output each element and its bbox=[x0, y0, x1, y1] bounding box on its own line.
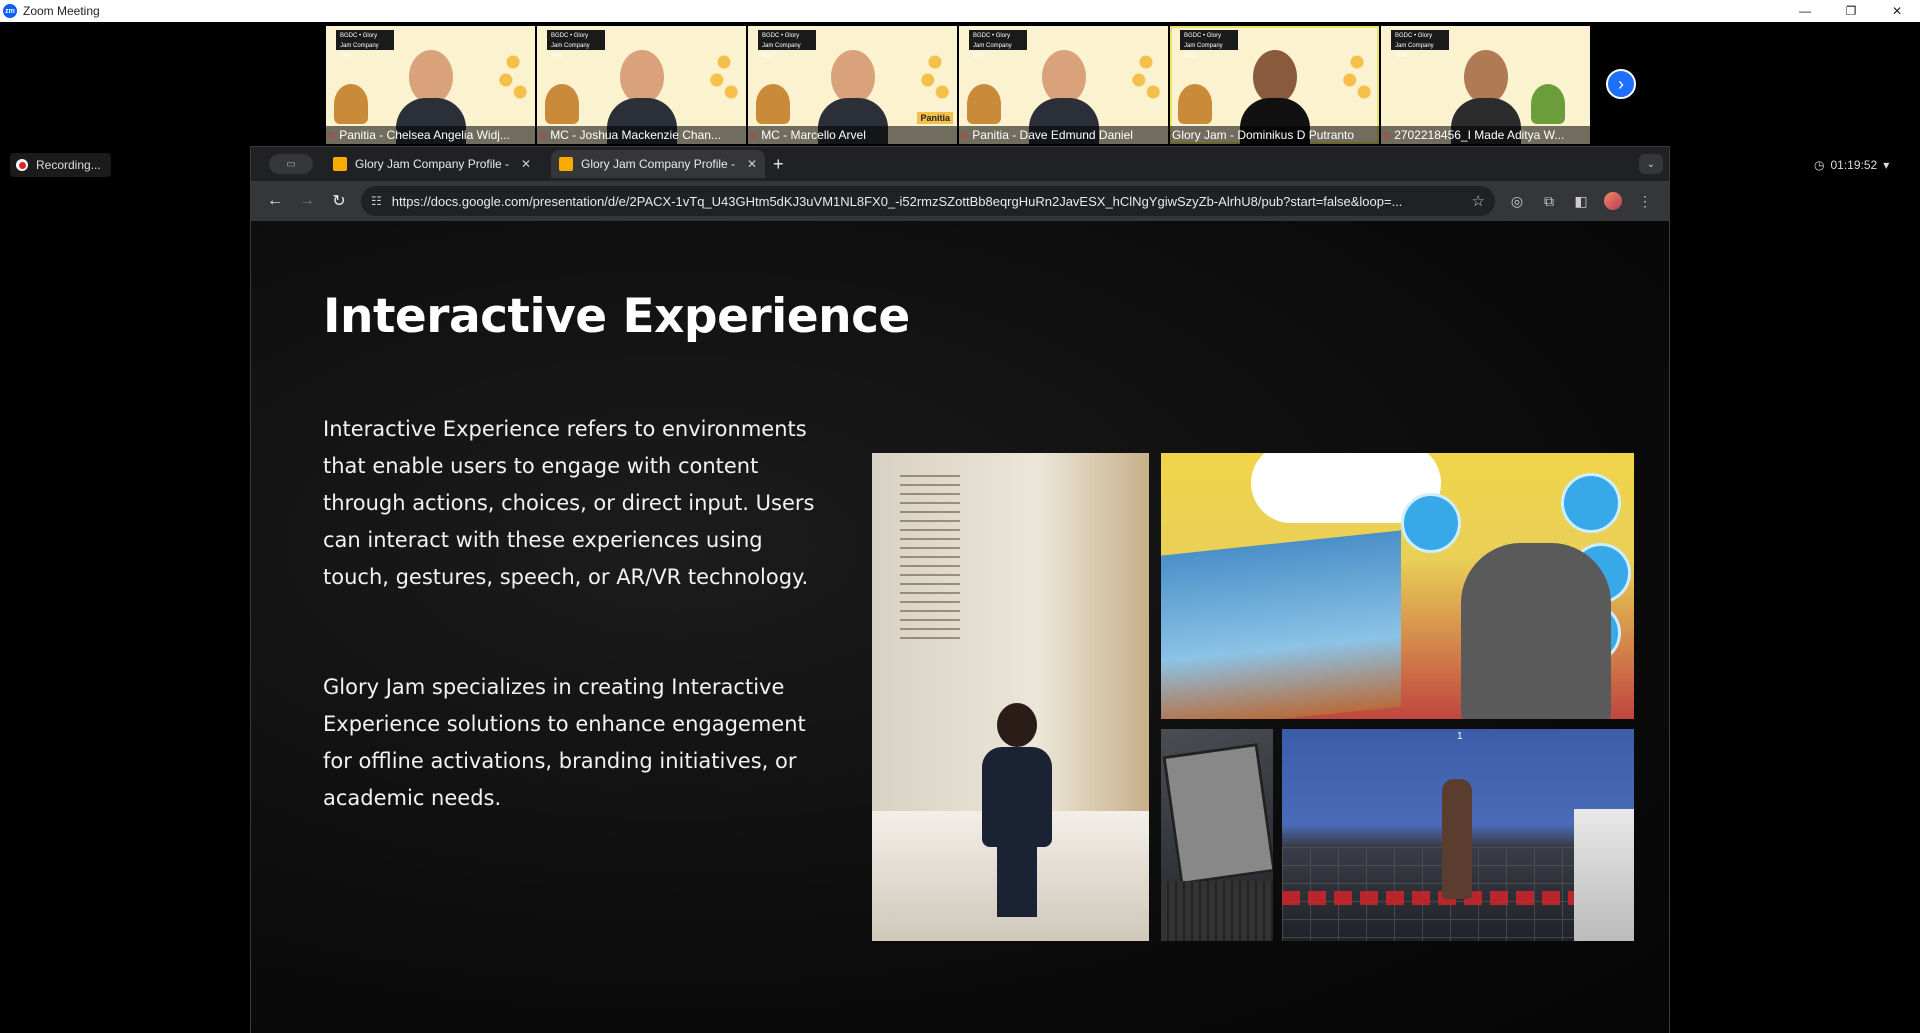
close-button[interactable]: ✕ bbox=[1874, 0, 1920, 22]
participant-tile[interactable]: BGDC • Glory Jam Company Visit Panitia ⦸… bbox=[748, 26, 957, 144]
photo-laptop bbox=[1161, 729, 1273, 941]
participant-name-label: Glory Jam - Dominikus D Putranto bbox=[1170, 126, 1379, 144]
back-button[interactable]: ← bbox=[259, 185, 291, 217]
participant-gallery: BGDC • Glory Jam Company Visit ⦸ Panitia … bbox=[326, 26, 1590, 144]
tab-list-button[interactable]: ⌄ bbox=[1639, 154, 1663, 174]
shared-browser-window: ▭ Glory Jam Company Profile - ✕ Glory Ja… bbox=[250, 146, 1670, 1033]
tab-close-icon[interactable]: ✕ bbox=[747, 157, 757, 171]
background-tree bbox=[334, 84, 368, 124]
window-controls: — ❐ ✕ bbox=[1782, 0, 1920, 22]
panitia-label: Panitia bbox=[917, 112, 953, 124]
background-tree bbox=[545, 84, 579, 124]
mic-muted-icon: ⦸ bbox=[1383, 128, 1391, 141]
background-tree bbox=[1531, 84, 1565, 124]
photo-vr-booth bbox=[1161, 453, 1634, 719]
participant-name: MC - Joshua Mackenzie Chan... bbox=[550, 128, 721, 142]
participant-tile[interactable]: BGDC • Glory Jam Company Visit ⦸ Panitia … bbox=[959, 26, 1168, 144]
address-bar[interactable]: ☷ https://docs.google.com/presentation/d… bbox=[361, 186, 1495, 216]
presentation-slide: Interactive Experience Interactive Exper… bbox=[251, 221, 1669, 1033]
site-info-icon[interactable]: ☷ bbox=[371, 194, 382, 208]
new-tab-button[interactable]: + bbox=[773, 154, 784, 175]
participant-name-label: ⦸ MC - Joshua Mackenzie Chan... bbox=[537, 126, 746, 144]
window-title: Zoom Meeting bbox=[23, 4, 100, 18]
tab-strip: ▭ Glory Jam Company Profile - ✕ Glory Ja… bbox=[251, 147, 1669, 181]
photo-child-interactive-wall bbox=[872, 453, 1149, 941]
participant-name: Panitia - Dave Edmund Daniel bbox=[972, 128, 1133, 142]
url-text[interactable]: https://docs.google.com/presentation/d/e… bbox=[392, 194, 1464, 209]
zoom-logo-icon: zm bbox=[3, 4, 17, 18]
child-figure bbox=[982, 703, 1052, 917]
meeting-timer[interactable]: ◷ 01:19:52 ▾ bbox=[1814, 155, 1889, 175]
extension-icon[interactable]: ◎ bbox=[1501, 185, 1533, 217]
event-badge: BGDC • Glory Jam Company Visit bbox=[1180, 30, 1238, 59]
browser-tab[interactable]: Glory Jam Company Profile - ✕ bbox=[325, 150, 539, 178]
recording-label: Recording... bbox=[36, 158, 101, 172]
timer-value: 01:19:52 bbox=[1830, 158, 1878, 172]
side-panel-icon[interactable]: ◧ bbox=[1565, 185, 1597, 217]
participant-name-label: ⦸ Panitia - Chelsea Angelia Widj... bbox=[326, 126, 535, 144]
slides-favicon-icon bbox=[333, 157, 347, 171]
timer-caret-icon: ▾ bbox=[1883, 158, 1890, 172]
profile-avatar[interactable] bbox=[1597, 185, 1629, 217]
participant-name-label: ⦸ MC - Marcello Arvel bbox=[748, 126, 957, 144]
participant-tile-active-speaker[interactable]: BGDC • Glory Jam Company Visit Glory Jam… bbox=[1170, 26, 1379, 144]
mic-muted-icon: ⦸ bbox=[328, 128, 336, 141]
gallery-next-button[interactable]: › bbox=[1606, 69, 1636, 99]
record-icon bbox=[16, 159, 28, 171]
participant-name-label: ⦸ 2702218456_I Made Aditya W... bbox=[1381, 126, 1590, 144]
window-titlebar: zm Zoom Meeting — ❐ ✕ bbox=[0, 0, 1920, 22]
slide-paragraph-definition: Interactive Experience refers to environ… bbox=[323, 417, 815, 589]
participant-name: MC - Marcello Arvel bbox=[761, 128, 866, 142]
mic-muted-icon: ⦸ bbox=[539, 128, 547, 141]
slide-paragraph-glory-jam: Glory Jam specializes in creating Intera… bbox=[323, 675, 806, 810]
event-badge: BGDC • Glory Jam Company Visit bbox=[758, 30, 816, 59]
background-honeycomb bbox=[1339, 44, 1375, 104]
event-badge: BGDC • Glory Jam Company Visit bbox=[1391, 30, 1449, 59]
background-honeycomb bbox=[1128, 44, 1164, 104]
photo-counter-label: 1 bbox=[1457, 731, 1463, 742]
participant-tile[interactable]: BGDC • Glory Jam Company Visit ⦸ 27022184… bbox=[1381, 26, 1590, 144]
mic-muted-icon: ⦸ bbox=[961, 128, 969, 141]
slide-title: Interactive Experience bbox=[323, 289, 910, 344]
background-honeycomb bbox=[495, 44, 531, 104]
vr-user-figure bbox=[1461, 543, 1611, 719]
participant-tile[interactable]: BGDC • Glory Jam Company Visit ⦸ Panitia … bbox=[326, 26, 535, 144]
reload-button[interactable]: ↻ bbox=[323, 185, 355, 217]
participant-name: Panitia - Chelsea Angelia Widj... bbox=[339, 128, 510, 142]
forward-button[interactable]: → bbox=[291, 185, 323, 217]
background-tree bbox=[967, 84, 1001, 124]
participant-name: Glory Jam - Dominikus D Putranto bbox=[1172, 128, 1355, 142]
webcam-inset bbox=[1574, 809, 1634, 941]
tab-title: Glory Jam Company Profile - bbox=[581, 157, 736, 171]
minimize-button[interactable]: — bbox=[1782, 0, 1828, 22]
event-badge: BGDC • Glory Jam Company Visit bbox=[336, 30, 394, 59]
background-tree bbox=[756, 84, 790, 124]
tab-close-icon[interactable]: ✕ bbox=[521, 157, 531, 171]
participant-name: 2702218456_I Made Aditya W... bbox=[1394, 128, 1565, 142]
3d-avatar-figure bbox=[1442, 779, 1472, 899]
background-tree bbox=[1178, 84, 1212, 124]
extensions-puzzle-icon[interactable]: ⧉ bbox=[1533, 185, 1565, 217]
background-honeycomb bbox=[917, 44, 953, 104]
browser-tab-active[interactable]: Glory Jam Company Profile - ✕ bbox=[551, 150, 765, 178]
background-honeycomb bbox=[706, 44, 742, 104]
recording-indicator[interactable]: Recording... bbox=[10, 153, 111, 177]
event-badge: BGDC • Glory Jam Company Visit bbox=[969, 30, 1027, 59]
bookmark-star-icon[interactable]: ☆ bbox=[1472, 192, 1485, 210]
participant-tile[interactable]: BGDC • Glory Jam Company Visit ⦸ MC - Jos… bbox=[537, 26, 746, 144]
slides-favicon-icon bbox=[559, 157, 573, 171]
clock-icon: ◷ bbox=[1814, 158, 1825, 172]
tab-title: Glory Jam Company Profile - bbox=[355, 157, 510, 171]
browser-menu-icon[interactable]: ⋮ bbox=[1629, 185, 1661, 217]
restore-button[interactable]: ❐ bbox=[1828, 0, 1874, 22]
event-badge: BGDC • Glory Jam Company Visit bbox=[547, 30, 605, 59]
photo-motion-capture: 1 bbox=[1282, 729, 1634, 941]
browser-toolbar: ← → ↻ ☷ https://docs.google.com/presenta… bbox=[251, 181, 1669, 221]
tab-search-button[interactable]: ▭ bbox=[269, 154, 313, 174]
mic-muted-icon: ⦸ bbox=[750, 128, 758, 141]
participant-name-label: ⦸ Panitia - Dave Edmund Daniel bbox=[959, 126, 1168, 144]
